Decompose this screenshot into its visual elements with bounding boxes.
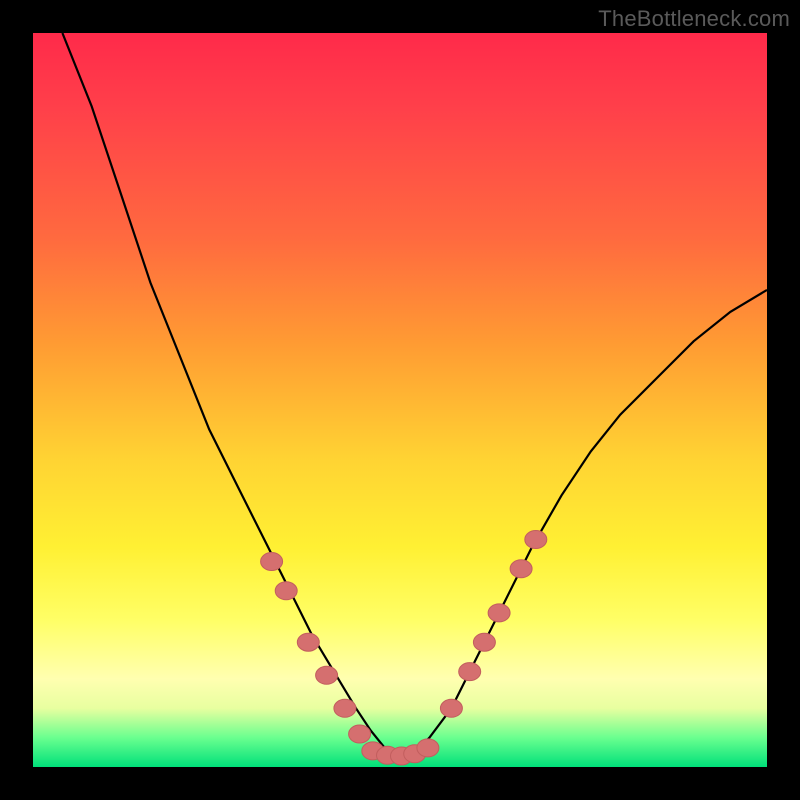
- curve-marker: [261, 553, 283, 571]
- chart-frame: TheBottleneck.com: [0, 0, 800, 800]
- curve-marker: [459, 663, 481, 681]
- curve-marker: [316, 666, 338, 684]
- curve-marker: [473, 633, 495, 651]
- curve-marker: [275, 582, 297, 600]
- watermark-text: TheBottleneck.com: [598, 6, 790, 32]
- curve-marker: [525, 531, 547, 549]
- curve-marker: [417, 739, 439, 757]
- curve-marker: [440, 699, 462, 717]
- marker-group: [261, 531, 547, 766]
- curve-marker: [488, 604, 510, 622]
- bottleneck-curve: [62, 33, 767, 756]
- curve-marker: [334, 699, 356, 717]
- curve-marker: [297, 633, 319, 651]
- plot-area: [33, 33, 767, 767]
- curve-layer: [33, 33, 767, 767]
- curve-marker: [349, 725, 371, 743]
- curve-marker: [510, 560, 532, 578]
